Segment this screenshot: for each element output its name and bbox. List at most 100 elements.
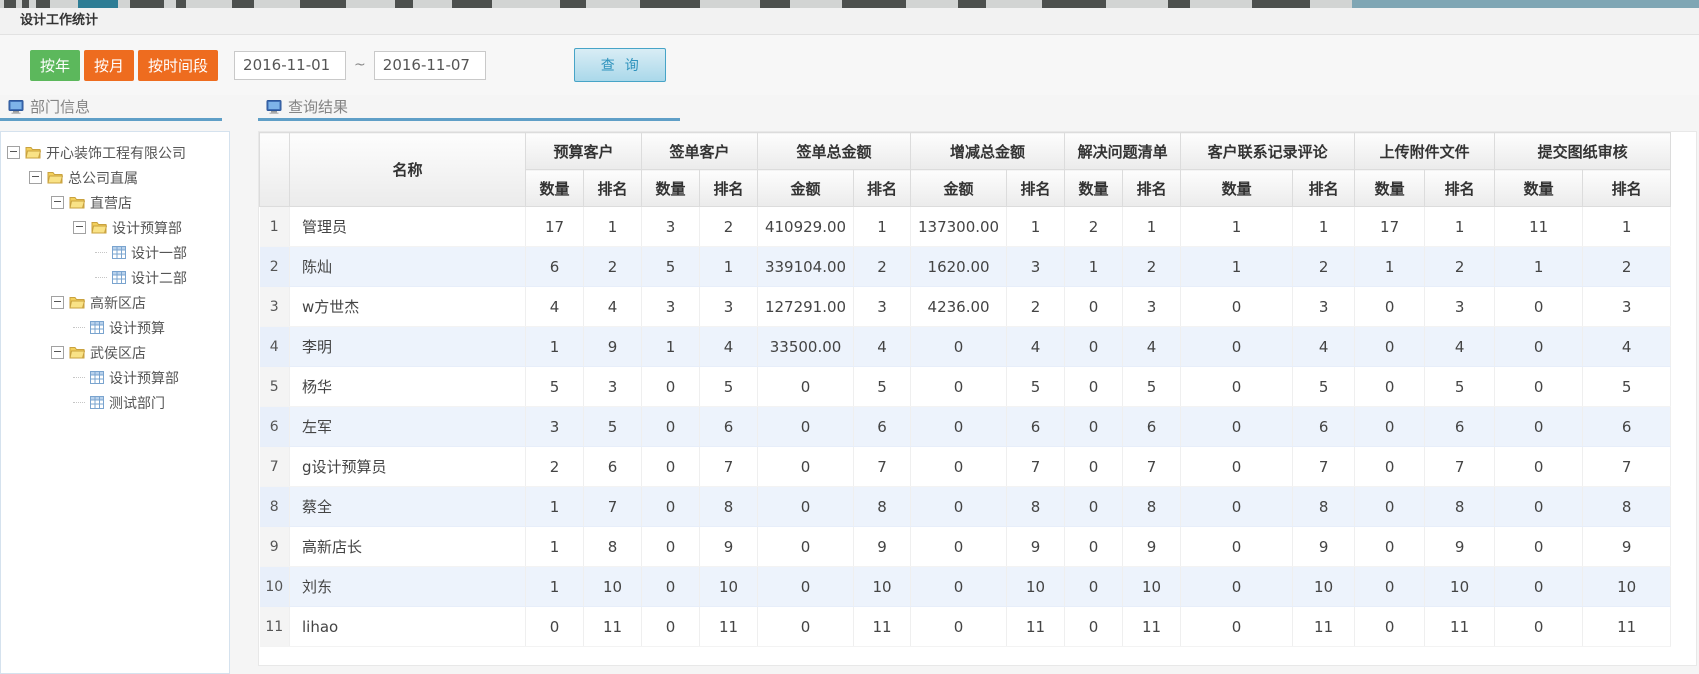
value-cell: 5 bbox=[642, 247, 700, 287]
table-row[interactable]: 11lihao011011011011011011011011 bbox=[260, 607, 1671, 647]
value-cell: 0 bbox=[1065, 407, 1123, 447]
value-cell: 0 bbox=[1065, 527, 1123, 567]
value-cell: 6 bbox=[1123, 407, 1181, 447]
value-cell: 4236.00 bbox=[911, 287, 1007, 327]
active-tab-fragment bbox=[78, 0, 118, 8]
department-tree: 开心装饰工程有限公司总公司直属直营店设计预算部设计一部设计二部高新区店设计预算武… bbox=[0, 131, 230, 674]
value-cell: 4 bbox=[1583, 327, 1671, 367]
value-cell: 4 bbox=[854, 327, 911, 367]
folder-icon bbox=[91, 221, 107, 234]
value-cell: 3 bbox=[1425, 287, 1495, 327]
value-cell: 0 bbox=[758, 367, 854, 407]
value-cell: 1 bbox=[526, 327, 584, 367]
value-cell: 11 bbox=[1007, 607, 1065, 647]
table-row[interactable]: 1管理员17132410929.001137300.0012111171111 bbox=[260, 207, 1671, 247]
name-cell: w方世杰 bbox=[290, 287, 526, 327]
value-cell: 0 bbox=[1065, 447, 1123, 487]
tree-node[interactable]: 开心装饰工程有限公司 bbox=[1, 140, 229, 165]
value-cell: 6 bbox=[526, 247, 584, 287]
tree-node[interactable]: 直营店 bbox=[1, 190, 229, 215]
sub-column-header: 排名 bbox=[1583, 170, 1671, 207]
sub-column-header: 排名 bbox=[584, 170, 642, 207]
table-row[interactable]: 3w方世杰4433127291.0034236.00203030303 bbox=[260, 287, 1671, 327]
value-cell: 11 bbox=[854, 607, 911, 647]
tree-node[interactable]: 武侯区店 bbox=[1, 340, 229, 365]
value-cell: 8 bbox=[700, 487, 758, 527]
date-from-input[interactable] bbox=[234, 51, 346, 80]
value-cell: 1 bbox=[1355, 247, 1425, 287]
tree-node[interactable]: 总公司直属 bbox=[1, 165, 229, 190]
sub-column-header: 排名 bbox=[1007, 170, 1065, 207]
by-period-button[interactable]: 按时间段 bbox=[138, 50, 218, 81]
date-to-input[interactable] bbox=[374, 51, 486, 80]
tree-node[interactable]: 设计二部 bbox=[1, 265, 229, 290]
table-row[interactable]: 7g设计预算员2607070707070707 bbox=[260, 447, 1671, 487]
top-tabs-strip[interactable] bbox=[0, 0, 1699, 8]
value-cell: 0 bbox=[642, 447, 700, 487]
collapse-minus-icon[interactable] bbox=[51, 196, 64, 209]
value-cell: 2 bbox=[1065, 207, 1123, 247]
value-cell: 3 bbox=[1293, 287, 1355, 327]
table-row[interactable]: 5杨华5305050505050505 bbox=[260, 367, 1671, 407]
tree-node[interactable]: 测试部门 bbox=[1, 390, 229, 415]
tab-fragment bbox=[842, 0, 906, 8]
collapse-minus-icon[interactable] bbox=[51, 346, 64, 359]
tree-node[interactable]: 设计预算部 bbox=[1, 365, 229, 390]
table-row[interactable]: 2陈灿6251339104.0021620.00312121212 bbox=[260, 247, 1671, 287]
collapse-minus-icon[interactable] bbox=[7, 146, 20, 159]
value-cell: 5 bbox=[1293, 367, 1355, 407]
sub-column-header: 排名 bbox=[700, 170, 758, 207]
table-row[interactable]: 9高新店长1809090909090909 bbox=[260, 527, 1671, 567]
collapse-minus-icon[interactable] bbox=[29, 171, 42, 184]
table-row[interactable]: 4李明191433500.0040404040404 bbox=[260, 327, 1671, 367]
value-cell: 0 bbox=[1495, 487, 1583, 527]
tab-fragment bbox=[4, 0, 16, 8]
tree-node[interactable]: 设计预算部 bbox=[1, 215, 229, 240]
collapse-minus-icon[interactable] bbox=[51, 296, 64, 309]
row-index-cell: 3 bbox=[260, 287, 290, 327]
value-cell: 2 bbox=[584, 247, 642, 287]
tree-node-label: 开心装饰工程有限公司 bbox=[46, 143, 186, 163]
table-icon bbox=[112, 246, 126, 259]
name-column-header: 名称 bbox=[290, 133, 526, 207]
query-button[interactable]: 查询 bbox=[574, 48, 666, 82]
value-cell: 3 bbox=[526, 407, 584, 447]
tree-node-label: 设计预算部 bbox=[109, 368, 179, 388]
value-cell: 3 bbox=[854, 287, 911, 327]
value-cell: 0 bbox=[758, 607, 854, 647]
value-cell: 137300.00 bbox=[911, 207, 1007, 247]
value-cell: 0 bbox=[758, 567, 854, 607]
tree-node[interactable]: 高新区店 bbox=[1, 290, 229, 315]
row-index-cell: 9 bbox=[260, 527, 290, 567]
table-row[interactable]: 6左军3506060606060606 bbox=[260, 407, 1671, 447]
value-cell: 0 bbox=[758, 447, 854, 487]
tab-fragment bbox=[36, 0, 50, 8]
sub-column-header: 数量 bbox=[1181, 170, 1293, 207]
value-cell: 4 bbox=[700, 327, 758, 367]
value-cell: 9 bbox=[1293, 527, 1355, 567]
value-cell: 6 bbox=[854, 407, 911, 447]
value-cell: 1620.00 bbox=[911, 247, 1007, 287]
value-cell: 1 bbox=[1181, 207, 1293, 247]
value-cell: 5 bbox=[526, 367, 584, 407]
collapse-minus-icon[interactable] bbox=[73, 221, 86, 234]
tab-fragment bbox=[560, 0, 586, 8]
folder-icon bbox=[69, 296, 85, 309]
tree-node[interactable]: 设计预算 bbox=[1, 315, 229, 340]
folder-icon bbox=[25, 146, 41, 159]
value-cell: 6 bbox=[1583, 407, 1671, 447]
by-year-button[interactable]: 按年 bbox=[30, 50, 80, 81]
value-cell: 339104.00 bbox=[758, 247, 854, 287]
table-row[interactable]: 10刘东110010010010010010010010 bbox=[260, 567, 1671, 607]
value-cell: 4 bbox=[1425, 327, 1495, 367]
tree-node-label: 直营店 bbox=[90, 193, 132, 213]
by-month-button[interactable]: 按月 bbox=[84, 50, 134, 81]
content-area: 部门信息 开心装饰工程有限公司总公司直属直营店设计预算部设计一部设计二部高新区店… bbox=[0, 95, 1699, 668]
value-cell: 0 bbox=[1355, 527, 1425, 567]
tree-node[interactable]: 设计一部 bbox=[1, 240, 229, 265]
department-panel-underline bbox=[0, 118, 222, 121]
value-cell: 7 bbox=[854, 447, 911, 487]
table-row[interactable]: 8蔡全1708080808080808 bbox=[260, 487, 1671, 527]
value-cell: 11 bbox=[1495, 207, 1583, 247]
value-cell: 5 bbox=[1425, 367, 1495, 407]
